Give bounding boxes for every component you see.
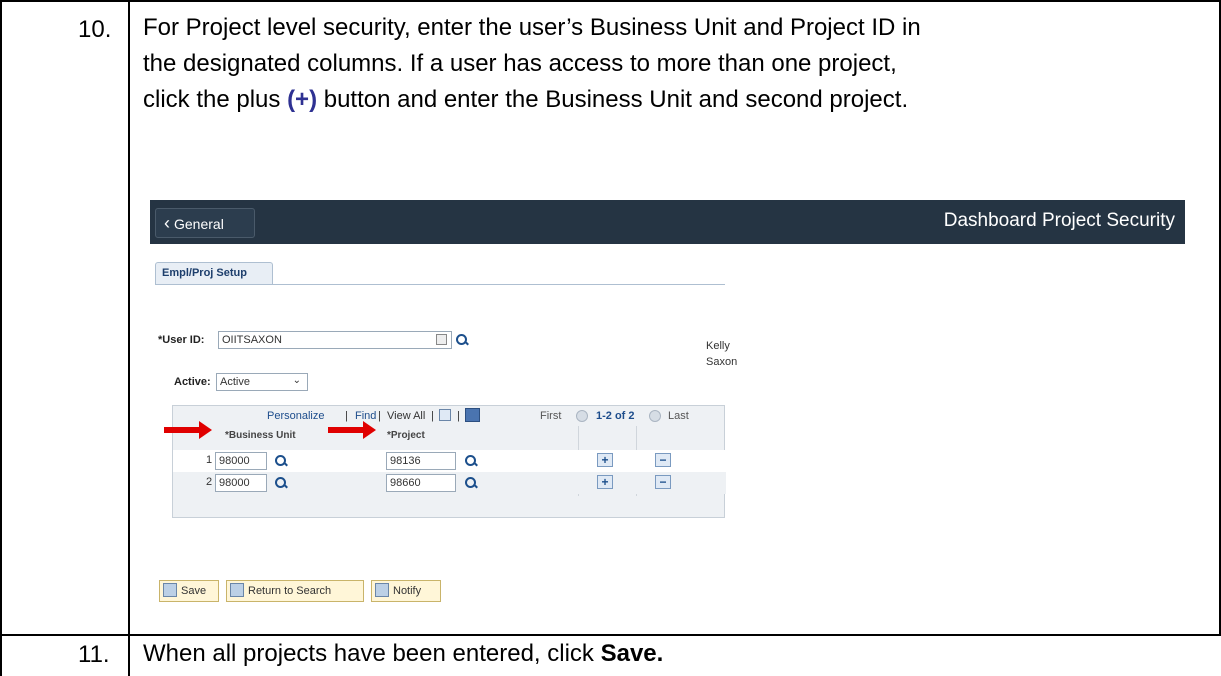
project-grid: Personalize | Find | View All | | First …	[172, 405, 726, 518]
user-id-label: *User ID:	[158, 334, 205, 346]
step-instruction: For Project level security, enter the us…	[143, 10, 1203, 118]
delete-row-button[interactable]: −	[655, 453, 671, 467]
delete-row-button[interactable]: −	[655, 475, 671, 489]
search-icon[interactable]	[465, 477, 477, 489]
table-border-top	[0, 0, 1221, 2]
grid-navigation: Personalize | Find | View All | | First …	[173, 406, 726, 428]
save-reference: Save.	[600, 640, 664, 667]
step-number: 10.	[78, 16, 112, 43]
nav-separator: |	[345, 410, 348, 422]
step-instruction-line: the designated columns. If a user has ac…	[143, 50, 897, 77]
return-to-search-icon	[230, 583, 244, 597]
search-icon[interactable]	[275, 477, 287, 489]
tab-empl-proj-setup[interactable]: Empl/Proj Setup	[155, 262, 273, 284]
save-label: Save	[181, 585, 207, 597]
notify-icon	[375, 583, 389, 597]
user-last-name: Saxon	[706, 356, 738, 368]
step-instruction-text: When all projects have been entered, cli…	[143, 640, 601, 667]
project-input[interactable]: 98136	[386, 452, 456, 470]
add-row-button[interactable]: +	[597, 453, 613, 467]
back-button[interactable]: ‹ General	[155, 208, 255, 238]
search-icon[interactable]	[275, 455, 287, 467]
table-row: 2 98000 98660 + −	[173, 472, 726, 494]
back-label: General	[174, 216, 224, 232]
table-column-divider	[128, 0, 130, 676]
download-grid-icon[interactable]	[465, 408, 480, 422]
table-row: 1 98000 98136 + −	[173, 450, 726, 472]
table-border-left	[0, 0, 2, 636]
grid-range: 1-2 of 2	[596, 410, 635, 422]
active-select-value: Active	[220, 376, 250, 388]
return-to-search-button[interactable]: Return to Search	[226, 580, 364, 602]
step-number: 11.	[78, 641, 110, 668]
active-label: Active:	[174, 376, 211, 388]
embedded-screenshot: ‹ General Dashboard Project Security Empl…	[150, 200, 1185, 610]
first-link[interactable]: First	[540, 410, 561, 422]
zoom-icon[interactable]	[439, 409, 451, 421]
notify-button[interactable]: Notify	[371, 580, 441, 602]
step-instruction-line: click the plus (+) button and enter the …	[143, 82, 1203, 118]
plus-reference: (+)	[287, 86, 318, 113]
next-icon[interactable]	[649, 410, 661, 422]
red-arrow-business-unit	[164, 421, 212, 439]
save-button[interactable]: Save	[159, 580, 219, 602]
step-instruction: When all projects have been entered, cli…	[143, 636, 663, 672]
nav-separator: |	[457, 410, 460, 422]
active-select[interactable]: Active ⌄	[216, 373, 308, 391]
last-link[interactable]: Last	[668, 410, 689, 422]
step-instruction-text: click the plus	[143, 86, 288, 113]
search-icon[interactable]	[456, 334, 468, 346]
nav-separator: |	[431, 410, 434, 422]
nav-separator: |	[378, 410, 381, 422]
table-border-left-row2	[0, 634, 2, 676]
prompt-icon[interactable]	[436, 334, 447, 345]
page-title: Dashboard Project Security	[943, 210, 1175, 231]
tab-underline	[155, 284, 725, 285]
user-id-input[interactable]: OIITSAXON	[218, 331, 452, 349]
column-header-business-unit: *Business Unit	[225, 430, 296, 441]
search-icon[interactable]	[465, 455, 477, 467]
personalize-link[interactable]: Personalize	[267, 410, 324, 422]
return-to-search-label: Return to Search	[248, 585, 332, 597]
notify-label: Notify	[393, 585, 422, 597]
step-instruction-text: button and enter the Business Unit and s…	[317, 86, 909, 113]
save-icon	[163, 583, 177, 597]
business-unit-input[interactable]: 98000	[215, 474, 267, 492]
add-row-button[interactable]: +	[597, 475, 613, 489]
view-all-link[interactable]: View All	[387, 410, 425, 422]
project-input[interactable]: 98660	[386, 474, 456, 492]
chevron-left-icon: ‹	[164, 213, 170, 233]
red-arrow-project	[328, 421, 376, 439]
user-first-name: Kelly	[706, 340, 730, 352]
step-instruction-line: For Project level security, enter the us…	[143, 14, 921, 41]
page-banner: ‹ General Dashboard Project Security	[150, 200, 1185, 244]
row-number: 2	[206, 476, 213, 488]
column-header-project: *Project	[387, 430, 425, 441]
chevron-down-icon: ⌄	[292, 375, 301, 386]
row-number: 1	[206, 454, 213, 466]
business-unit-input[interactable]: 98000	[215, 452, 267, 470]
previous-icon[interactable]	[576, 410, 588, 422]
